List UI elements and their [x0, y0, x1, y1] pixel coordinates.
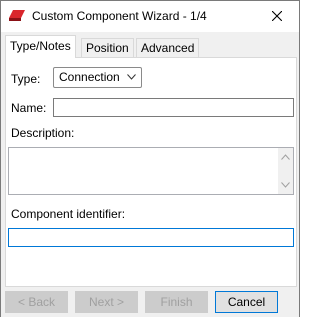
chevron-down-icon: [127, 74, 136, 80]
type-dropdown[interactable]: Connection: [53, 67, 142, 88]
description-label: Description:: [11, 126, 75, 140]
close-button[interactable]: [265, 5, 289, 27]
name-label: Name:: [11, 101, 47, 115]
window-title: Custom Component Wizard - 1/4: [32, 9, 207, 23]
tab-label: Advanced: [141, 41, 195, 55]
close-icon: [272, 11, 282, 21]
finish-button[interactable]: Finish: [145, 291, 208, 313]
tab-position[interactable]: Position: [81, 38, 134, 58]
back-button[interactable]: < Back: [5, 291, 68, 313]
tab-type-notes[interactable]: Type/Notes: [5, 35, 76, 58]
name-input[interactable]: [53, 98, 294, 117]
title-bar: Custom Component Wizard - 1/4: [1, 1, 299, 32]
description-scrollbar[interactable]: [278, 148, 293, 194]
scroll-up-icon[interactable]: [281, 154, 290, 160]
tab-label: Position: [86, 41, 129, 55]
type-value: Connection: [59, 70, 120, 84]
component-identifier-input[interactable]: [8, 228, 294, 247]
custom-component-icon: [9, 10, 25, 22]
scroll-down-icon[interactable]: [281, 182, 290, 188]
tab-bar: Type/Notes Position Advanced: [5, 35, 297, 58]
type-label: Type:: [11, 72, 41, 86]
description-textarea[interactable]: [8, 147, 294, 195]
wizard-window: Custom Component Wizard - 1/4 Type/Notes…: [0, 0, 300, 317]
tab-label: Type/Notes: [10, 39, 71, 53]
next-button[interactable]: Next >: [75, 291, 138, 313]
tab-advanced[interactable]: Advanced: [136, 38, 200, 58]
cancel-button[interactable]: Cancel: [215, 291, 278, 313]
identifier-label: Component identifier:: [11, 207, 126, 221]
